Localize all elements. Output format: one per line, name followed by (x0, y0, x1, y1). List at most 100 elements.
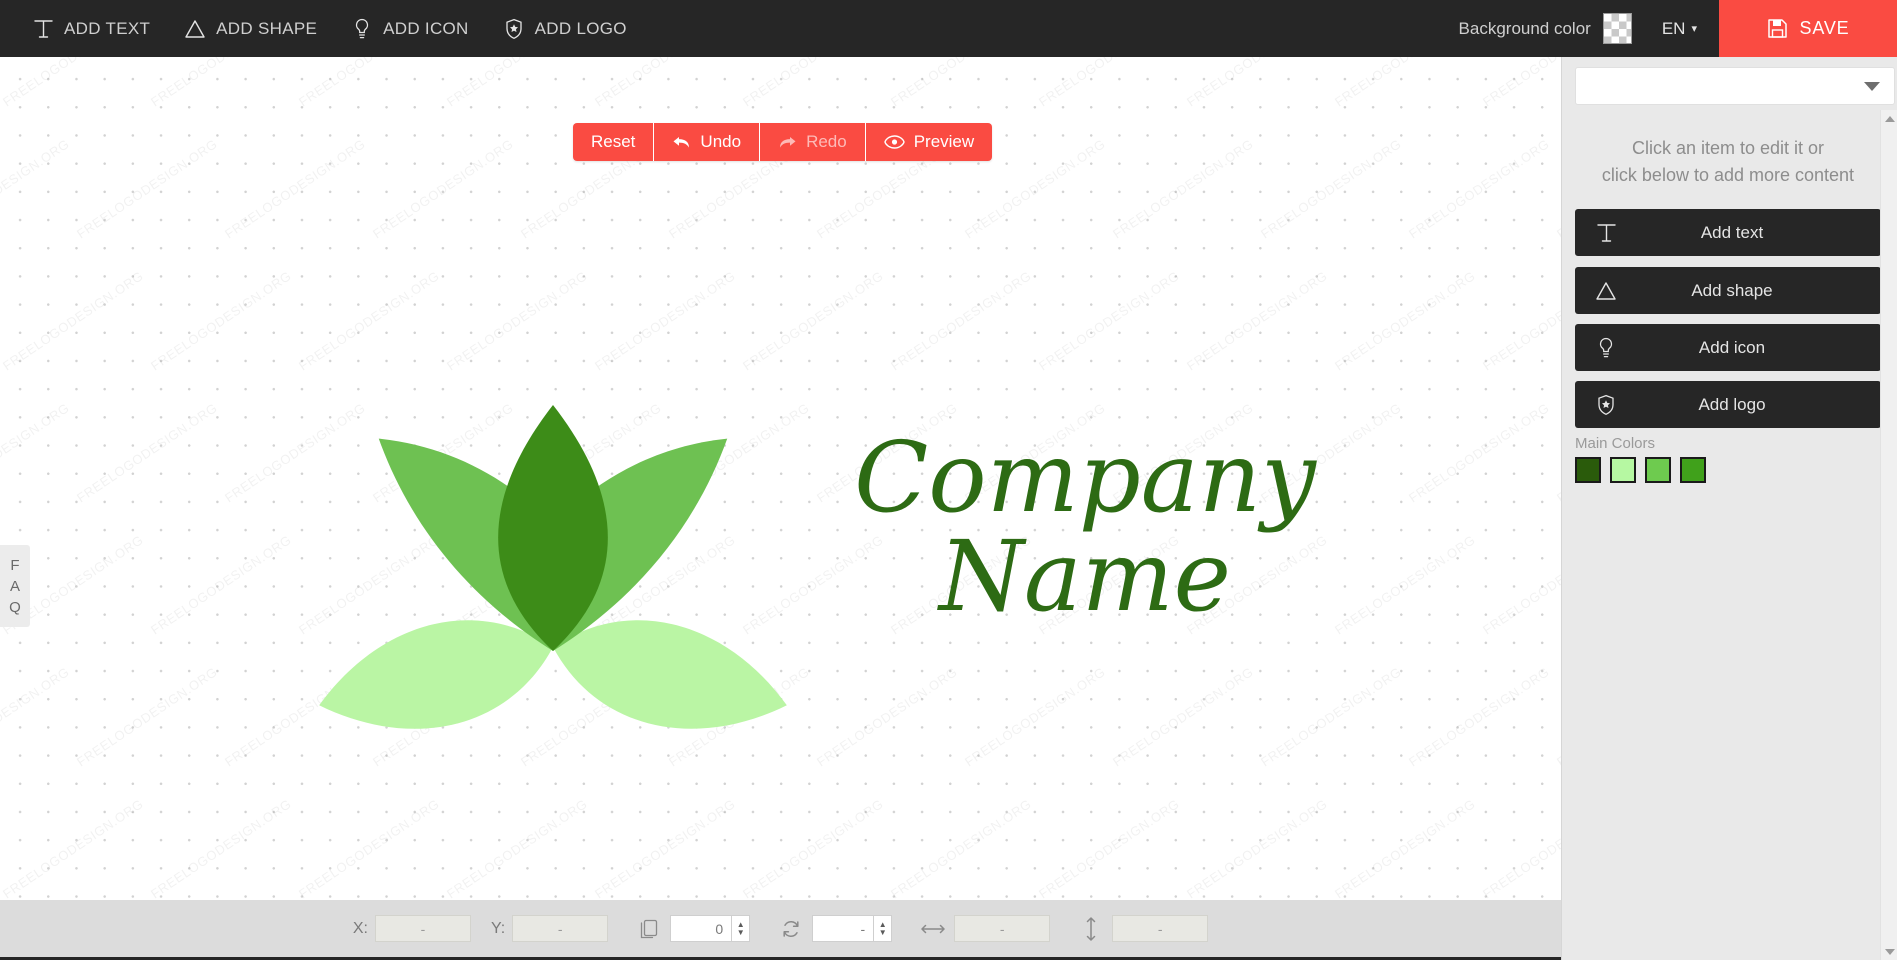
watermark-text: FREELOGODESIGN.ORG (148, 796, 295, 900)
logo-editor-app: ADD TEXT ADD SHAPE ADD ICON ADD LOGO Bac… (0, 0, 1897, 960)
undo-button[interactable]: Undo (654, 123, 761, 161)
watermark-text: FREELOGODESIGN.ORG (1036, 57, 1182, 109)
y-input[interactable]: - (512, 915, 609, 942)
watermark-text: FREELOGODESIGN.ORG (1332, 796, 1479, 900)
watermark-text: FREELOGODESIGN.ORG (740, 57, 886, 109)
lotus-flower-graphic[interactable] (270, 399, 830, 789)
element-selector-dropdown[interactable] (1575, 67, 1895, 105)
watermark-text: FREELOGODESIGN.ORG (1480, 268, 1561, 374)
reset-label: Reset (591, 132, 636, 151)
save-button[interactable]: SAVE (1719, 0, 1897, 57)
rotation-stepper-down[interactable]: ▼ (879, 928, 887, 937)
watermark-text: FREELOGODESIGN.ORG (1554, 400, 1561, 506)
layer-input[interactable]: 0 (670, 915, 733, 942)
watermark-text: FREELOGODESIGN.ORG (0, 268, 147, 374)
add-shape-button[interactable]: ADD SHAPE (166, 0, 333, 57)
lightbulb-icon (1575, 337, 1637, 359)
layer-order-group: 0 ▲ ▼ (628, 915, 751, 942)
text-icon (1575, 223, 1637, 243)
faq-tab[interactable]: F A Q (0, 545, 30, 627)
chevron-down-icon: ▾ (1691, 23, 1697, 35)
watermark-text: FREELOGODESIGN.ORG (1554, 664, 1561, 770)
watermark-text: FREELOGODESIGN.ORG (1036, 796, 1183, 900)
width-input[interactable]: - (954, 915, 1051, 942)
panel-add-shape-button[interactable]: Add shape (1575, 267, 1881, 314)
watermark-text: FREELOGODESIGN.ORG (1480, 57, 1561, 109)
watermark-text: FREELOGODESIGN.ORG (1406, 664, 1553, 770)
watermark-text: FREELOGODESIGN.ORG (1332, 57, 1478, 109)
main-color-swatch-3[interactable] (1680, 457, 1706, 483)
redo-button[interactable]: Redo (760, 123, 866, 161)
company-name-text[interactable]: Company Name (850, 428, 1320, 633)
height-input[interactable]: - (1112, 915, 1209, 942)
x-input[interactable]: - (374, 915, 471, 942)
faq-letter-q: Q (9, 598, 21, 616)
add-shape-label: ADD SHAPE (216, 18, 318, 38)
scroll-up-arrow-icon[interactable] (1881, 110, 1897, 127)
top-toolbar-actions: ADD TEXT ADD SHAPE ADD ICON ADD LOGO (0, 0, 643, 57)
watermark-text: FREELOGODESIGN.ORG (74, 136, 221, 242)
top-toolbar: ADD TEXT ADD SHAPE ADD ICON ADD LOGO Bac… (0, 0, 1897, 57)
company-name-line2: Name (938, 519, 1232, 633)
add-logo-button[interactable]: ADD LOGO (485, 0, 643, 57)
add-icon-button[interactable]: ADD ICON (333, 0, 485, 57)
undo-arrow-icon (672, 135, 691, 150)
panel-add-icon-button[interactable]: Add icon (1575, 324, 1881, 371)
watermark-text: FREELOGODESIGN.ORG (1110, 136, 1257, 242)
faq-letter-f: F (10, 556, 20, 574)
add-text-button[interactable]: ADD TEXT (14, 0, 166, 57)
rotation-stepper[interactable]: ▲ ▼ (874, 915, 893, 942)
reset-button[interactable]: Reset (573, 123, 655, 161)
watermark-text: FREELOGODESIGN.ORG (1184, 796, 1331, 900)
watermark-text: FREELOGODESIGN.ORG (1184, 57, 1330, 109)
design-canvas[interactable]: FREELOGODESIGN.ORG FREELOGODESIGN.ORG FREE… (0, 57, 1561, 900)
right-panel: Click an item to edit it or click below … (1561, 57, 1897, 960)
background-color-swatch[interactable] (1602, 13, 1632, 44)
panel-add-logo-label: Add logo (1698, 394, 1766, 414)
watermark-text: FREELOGODESIGN.ORG (74, 664, 221, 770)
watermark-text: FREELOGODESIGN.ORG (148, 57, 294, 109)
watermark-text: FREELOGODESIGN.ORG (1332, 532, 1479, 638)
panel-add-logo-button[interactable]: Add logo (1575, 381, 1881, 428)
panel-hint: Click an item to edit it or click below … (1575, 135, 1881, 189)
rotation-group: - ▲ ▼ (770, 915, 893, 942)
triangle-icon (182, 17, 208, 41)
watermark-text: FREELOGODESIGN.ORG (592, 57, 738, 109)
layer-stepper[interactable]: ▲ ▼ (732, 915, 751, 942)
main-colors-swatches (1575, 457, 1706, 483)
eye-icon (883, 135, 905, 149)
rotate-icon (778, 919, 804, 939)
watermark-text: FREELOGODESIGN.ORG (888, 57, 1034, 109)
watermark-text: FREELOGODESIGN.ORG (0, 796, 147, 900)
x-label: X: (352, 919, 368, 937)
preview-label: Preview (913, 132, 975, 151)
object-properties-bar: X: - Y: - 0 ▲ ▼ - ▲ ▼ - - (0, 900, 1561, 957)
main-color-swatch-1[interactable] (1610, 457, 1636, 483)
scroll-down-arrow-icon[interactable] (1881, 943, 1897, 960)
lightbulb-icon (349, 17, 375, 41)
floppy-disk-icon (1767, 18, 1788, 39)
language-selector[interactable]: EN ▾ (1632, 19, 1719, 39)
watermark-text: FREELOGODESIGN.ORG (0, 664, 73, 770)
panel-hint-line1: Click an item to edit it or (1631, 138, 1825, 158)
vertical-arrow-icon (1078, 916, 1104, 941)
rotation-input[interactable]: - (812, 915, 875, 942)
watermark-text: FREELOGODESIGN.ORG (0, 400, 73, 506)
watermark-text: FREELOGODESIGN.ORG (1554, 136, 1561, 242)
language-value: EN (1661, 18, 1686, 38)
chevron-down-icon (1864, 81, 1880, 91)
watermark-text: FREELOGODESIGN.ORG (0, 136, 73, 242)
layer-stepper-down[interactable]: ▼ (737, 928, 745, 937)
top-toolbar-settings: Background color EN ▾ SAVE (1459, 0, 1897, 57)
main-color-swatch-2[interactable] (1645, 457, 1671, 483)
logo-artwork[interactable]: Company Name (270, 337, 1330, 757)
watermark-text: FREELOGODESIGN.ORG (444, 57, 590, 109)
panel-scrollbar[interactable] (1880, 110, 1897, 960)
watermark-text: FREELOGODESIGN.ORG (296, 796, 443, 900)
panel-add-icon-label: Add icon (1698, 337, 1766, 357)
watermark-text: FREELOGODESIGN.ORG (1480, 796, 1561, 900)
panel-add-text-button[interactable]: Add text (1575, 209, 1881, 256)
y-position-group: Y: - (491, 915, 609, 942)
main-color-swatch-0[interactable] (1575, 457, 1601, 483)
preview-button[interactable]: Preview (865, 123, 993, 161)
